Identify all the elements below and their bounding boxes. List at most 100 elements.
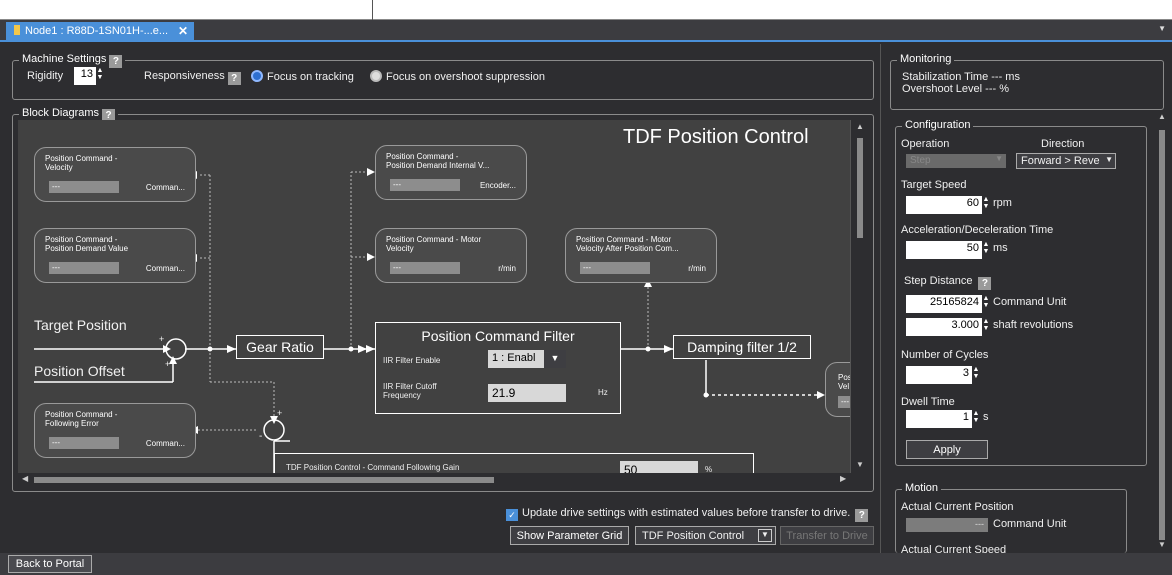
tdf-gain-unit: % xyxy=(705,465,713,473)
monitor-unit: Comman... xyxy=(145,264,185,273)
revolutions-stepper[interactable]: 3.000 ▲ ▼ shaft revolutions xyxy=(906,318,1073,336)
monitor-title: Position Command - Position Demand Inter… xyxy=(386,152,490,170)
diagram-vertical-scrollbar[interactable]: ▲ ▼ xyxy=(850,120,868,473)
sum-plus-sign: + xyxy=(277,408,283,418)
mode-select-value: TDF Position Control xyxy=(642,530,745,542)
show-parameter-grid-button[interactable]: Show Parameter Grid xyxy=(510,526,629,545)
back-to-portal-button[interactable]: Back to Portal xyxy=(8,555,92,573)
actual-speed-label: Actual Current Speed xyxy=(901,544,1007,553)
scroll-down-icon[interactable]: ▼ xyxy=(856,460,864,469)
revolutions-value[interactable]: 3.000 xyxy=(906,318,982,336)
damping-filter-block[interactable]: Damping filter 1/2 xyxy=(673,335,811,359)
target-speed-unit: rpm xyxy=(993,197,1012,209)
operation-value: Step xyxy=(910,155,931,166)
document-icon xyxy=(14,25,20,35)
monitor-value: --- xyxy=(390,179,460,191)
dwell-label: Dwell Time xyxy=(901,396,955,408)
monitor-title: Position Command - Velocity xyxy=(45,154,118,172)
iir-cutoff-input[interactable]: 21.9 xyxy=(488,384,566,402)
chevron-down-icon: ▼ xyxy=(1103,155,1113,164)
responsiveness-label: Responsiveness xyxy=(144,70,225,82)
monitor-motor-velocity: Position Command - Motor Velocity --- r/… xyxy=(375,228,527,283)
direction-label: Direction xyxy=(1041,138,1085,150)
target-speed-stepper[interactable]: 60 ▲ ▼ rpm xyxy=(906,196,1012,214)
help-icon[interactable]: ? xyxy=(855,509,869,522)
scroll-up-icon[interactable]: ▲ xyxy=(856,122,864,131)
spin-arrows-icon[interactable]: ▲ ▼ xyxy=(96,67,104,81)
scrollbar-thumb[interactable] xyxy=(34,477,494,483)
diagram-title: TDF Position Control xyxy=(623,126,809,148)
transfer-to-drive-button[interactable]: Transfer to Drive xyxy=(780,526,874,545)
checkbox-checked-icon: ✓ xyxy=(506,509,518,521)
monitor-value: --- xyxy=(49,437,119,449)
right-pane-scrollbar[interactable]: ▲ ▼ xyxy=(1155,112,1169,552)
scroll-left-icon[interactable]: ◀ xyxy=(22,474,28,483)
monitor-title: Position Command - Motor Velocity After … xyxy=(576,235,679,253)
monitor-unit: Comman... xyxy=(145,183,185,192)
mode-select[interactable]: TDF Position Control ▼ xyxy=(635,526,776,545)
accel-stepper[interactable]: 50 ▲ ▼ ms xyxy=(906,241,1008,259)
tab-list-dropdown-icon[interactable]: ▼ xyxy=(1158,24,1166,33)
radio-selected-icon xyxy=(251,70,263,82)
cycles-label: Number of Cycles xyxy=(901,349,989,361)
monitor-unit: Encoder... xyxy=(479,181,516,190)
iir-enable-value: 1 : Enabl xyxy=(492,352,536,364)
gear-ratio-block[interactable]: Gear Ratio xyxy=(236,335,324,359)
step-distance-stepper[interactable]: 25165824 ▲ ▼ Command Unit xyxy=(906,295,1066,313)
help-icon[interactable]: ? xyxy=(109,55,123,68)
scroll-right-icon[interactable]: ▶ xyxy=(840,474,846,483)
direction-select[interactable]: Forward > Reve ▼ xyxy=(1016,153,1116,169)
step-distance-label: Step Distance xyxy=(904,275,973,287)
spin-arrows-icon[interactable]: ▲ ▼ xyxy=(982,196,990,210)
radio-focus-overshoot[interactable]: Focus on overshoot suppression xyxy=(370,70,545,83)
scroll-down-icon[interactable]: ▼ xyxy=(1158,540,1166,549)
monitoring-label: Monitoring xyxy=(897,53,955,65)
rigidity-value[interactable]: 13 xyxy=(74,67,96,85)
spin-arrows-icon[interactable]: ▲ ▼ xyxy=(982,241,990,255)
monitor-value: --- xyxy=(580,262,650,274)
chevron-down-icon: ▼ xyxy=(995,154,1003,163)
help-icon[interactable]: ? xyxy=(227,72,241,85)
iir-cutoff-label: IIR Filter Cutoff Frequency xyxy=(383,382,437,400)
target-speed-value[interactable]: 60 xyxy=(906,196,982,214)
scrollbar-thumb[interactable] xyxy=(1159,130,1165,540)
accel-value[interactable]: 50 xyxy=(906,241,982,259)
step-distance-value[interactable]: 25165824 xyxy=(906,295,982,313)
radio-overshoot-label: Focus on overshoot suppression xyxy=(386,71,545,83)
radio-unselected-icon xyxy=(370,70,382,82)
rigidity-stepper[interactable]: 13 ▲ ▼ xyxy=(74,67,104,85)
spin-arrows-icon[interactable]: ▲ ▼ xyxy=(972,410,980,424)
cycles-stepper[interactable]: 3 ▲ ▼ xyxy=(906,366,980,384)
radio-focus-tracking[interactable]: Focus on tracking xyxy=(251,70,354,83)
cycles-value[interactable]: 3 xyxy=(906,366,972,384)
configuration-label: Configuration xyxy=(902,119,974,131)
accel-unit: ms xyxy=(993,242,1008,254)
stabilization-time: Stabilization Time --- ms xyxy=(902,71,1020,83)
close-icon[interactable]: ✕ xyxy=(178,24,188,38)
spin-arrows-icon[interactable]: ▲ ▼ xyxy=(982,295,990,309)
chevron-down-icon: ▼ xyxy=(758,529,772,542)
sum-plus-sign: + xyxy=(165,359,171,369)
tab-node1[interactable]: Node1 : R88D-1SN01H-...e... ✕ xyxy=(6,22,194,42)
scrollbar-thumb[interactable] xyxy=(857,138,863,238)
help-icon[interactable]: ? xyxy=(978,277,992,290)
spin-arrows-icon[interactable]: ▲ ▼ xyxy=(982,318,990,332)
scroll-up-icon[interactable]: ▲ xyxy=(1158,112,1166,121)
direction-value: Forward > Reve xyxy=(1021,155,1100,167)
operation-select[interactable]: Step ▼ xyxy=(906,154,1006,168)
apply-button[interactable]: Apply xyxy=(906,440,988,459)
diagram-horizontal-scrollbar[interactable]: ◀ ▶ xyxy=(18,473,868,487)
block-diagram-canvas[interactable]: TDF Position Control Position Command - … xyxy=(18,120,858,473)
monitor-position-demand-internal: Position Command - Position Demand Inter… xyxy=(375,145,527,200)
step-distance-unit: Command Unit xyxy=(993,296,1067,308)
dwell-stepper[interactable]: 1 ▲ ▼ s xyxy=(906,410,989,428)
iir-enable-select[interactable]: 1 : Enabl ▼ xyxy=(488,350,566,368)
dwell-value[interactable]: 1 xyxy=(906,410,972,428)
update-drive-checkbox[interactable]: ✓ Update drive settings with estimated va… xyxy=(506,507,869,522)
target-position-label: Target Position xyxy=(34,317,127,333)
pane-divider[interactable] xyxy=(880,44,881,553)
sum-plus-sign: + xyxy=(159,334,165,344)
spin-arrows-icon[interactable]: ▲ ▼ xyxy=(972,366,980,380)
chevron-down-icon: ▼ xyxy=(544,350,566,368)
tdf-gain-input[interactable]: 50 xyxy=(620,461,698,473)
